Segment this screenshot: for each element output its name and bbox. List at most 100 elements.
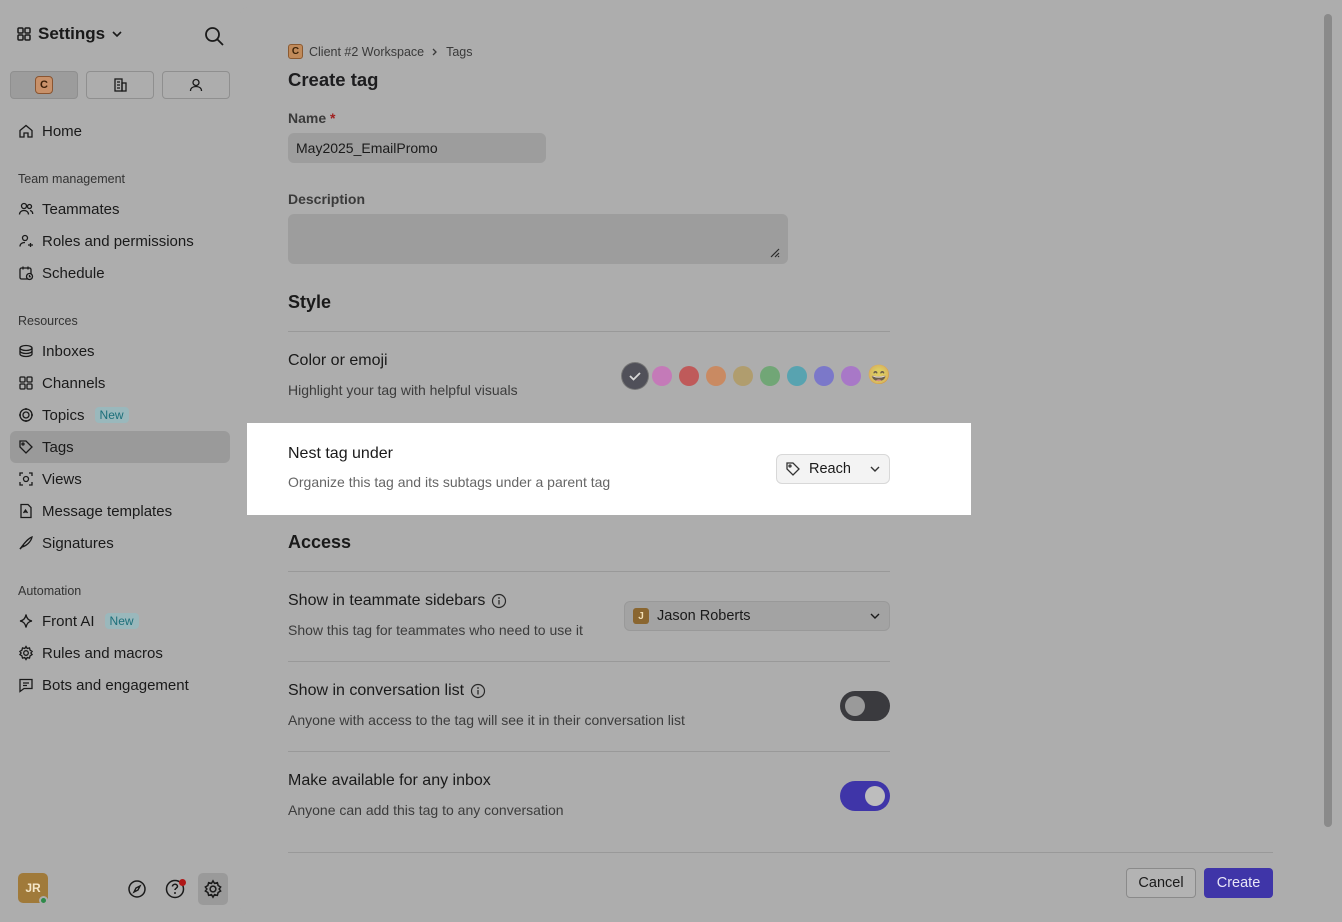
settings-title: Settings — [38, 24, 106, 43]
nav-home[interactable]: Home — [10, 115, 230, 147]
notification-dot — [179, 879, 186, 886]
resize-handle-icon[interactable] — [768, 246, 780, 258]
nav-label: Roles and permissions — [42, 232, 194, 250]
search-icon[interactable] — [203, 25, 225, 47]
nav-label: Tags — [42, 438, 74, 456]
nav-signatures[interactable]: Signatures — [10, 527, 230, 559]
name-input[interactable]: May2025_EmailPromo — [288, 133, 546, 163]
home-icon — [19, 124, 33, 138]
settings-button[interactable] — [198, 873, 228, 905]
tag-icon — [786, 462, 800, 476]
schedule-icon — [19, 266, 34, 281]
company-scope-tab[interactable] — [86, 71, 154, 99]
color-swatch[interactable] — [679, 366, 699, 386]
gear-icon — [204, 879, 222, 899]
toggle-knob — [865, 786, 885, 806]
color-swatch[interactable] — [760, 366, 780, 386]
tag-icon — [19, 440, 33, 454]
user-key-icon — [19, 234, 33, 247]
chat-icon — [19, 678, 33, 693]
nav-label: Views — [42, 470, 82, 488]
nest-tag-title: Nest tag under — [288, 445, 393, 462]
nav-schedule[interactable]: Schedule — [10, 257, 230, 289]
divider — [288, 571, 890, 572]
cancel-button[interactable]: Cancel — [1126, 868, 1196, 898]
info-icon[interactable] — [491, 593, 507, 609]
nav-label: Message templates — [42, 502, 173, 520]
color-swatch-selected[interactable] — [622, 363, 648, 389]
nav-label: Rules and macros — [42, 644, 163, 662]
grid-icon — [19, 376, 33, 390]
user-avatar[interactable]: JR — [18, 873, 48, 905]
new-badge: New — [104, 613, 139, 629]
color-swatch[interactable] — [841, 366, 861, 386]
chevron-down-icon — [870, 466, 880, 472]
views-icon — [19, 472, 33, 486]
nav-label: Inboxes — [42, 342, 95, 360]
apps-grid-icon — [17, 27, 31, 41]
footer-divider — [288, 852, 1273, 853]
emoji-picker-button[interactable]: 😄 — [866, 363, 892, 389]
conversation-list-description: Anyone with access to the tag will see i… — [288, 712, 685, 728]
nav-label: Teammates — [42, 200, 120, 218]
nav-views[interactable]: Views — [10, 463, 230, 495]
nav-front-ai[interactable]: Front AI New — [10, 605, 230, 637]
teammate-sidebars-description: Show this tag for teammates who need to … — [288, 622, 583, 638]
parent-tag-dropdown[interactable]: Reach — [776, 454, 890, 484]
any-inbox-toggle[interactable] — [840, 781, 890, 811]
nav-tags[interactable]: Tags — [10, 431, 230, 463]
inbox-icon — [19, 344, 33, 358]
nav-inboxes[interactable]: Inboxes — [10, 335, 230, 367]
nav-topics[interactable]: Topics New — [10, 399, 230, 431]
style-heading: Style — [288, 292, 332, 312]
nav-label: Schedule — [42, 264, 105, 282]
help-button[interactable] — [164, 878, 186, 900]
conversation-list-title-text: Show in conversation list — [288, 682, 465, 699]
nav-label: Channels — [42, 374, 106, 392]
chevron-right-icon — [432, 48, 438, 55]
nav-channels[interactable]: Channels — [10, 367, 230, 399]
workspace-scope-tab[interactable]: C — [10, 71, 78, 99]
divider — [288, 331, 890, 332]
breadcrumb-workspace[interactable]: Client #2 Workspace — [309, 45, 424, 59]
color-swatch[interactable] — [787, 366, 807, 386]
description-label: Description — [288, 191, 366, 207]
sparkle-icon — [19, 614, 33, 628]
new-badge: New — [94, 407, 129, 423]
personal-scope-tab[interactable] — [162, 71, 230, 99]
conversation-list-toggle[interactable] — [840, 691, 890, 721]
nav-message-templates[interactable]: Message templates — [10, 495, 230, 527]
access-heading: Access — [288, 532, 352, 552]
building-icon — [114, 78, 127, 92]
divider — [288, 751, 890, 752]
teammate-select[interactable]: J Jason Roberts — [624, 601, 890, 631]
required-mark: * — [330, 110, 336, 126]
breadcrumb: C Client #2 Workspace Tags — [288, 44, 473, 59]
nav-teammates[interactable]: Teammates — [10, 193, 230, 225]
compass-icon[interactable] — [127, 879, 147, 899]
parent-tag-value: Reach — [809, 461, 851, 477]
color-swatch[interactable] — [652, 366, 672, 386]
color-swatch[interactable] — [706, 366, 726, 386]
breadcrumb-current[interactable]: Tags — [446, 45, 472, 59]
description-textarea[interactable] — [288, 214, 788, 264]
info-icon[interactable] — [470, 683, 486, 699]
scrollbar[interactable] — [1324, 14, 1332, 827]
conversation-list-title: Show in conversation list — [288, 682, 486, 700]
divider — [288, 661, 890, 662]
nav-label: Signatures — [42, 534, 114, 552]
color-or-emoji-title: Color or emoji — [288, 352, 388, 369]
nav-roles-and-permissions[interactable]: Roles and permissions — [10, 225, 230, 257]
section-automation: Automation — [18, 584, 82, 598]
gear-icon — [18, 645, 34, 661]
settings-menu-button[interactable]: Settings — [16, 24, 123, 44]
create-button[interactable]: Create — [1204, 868, 1273, 898]
nav-bots-and-engagement[interactable]: Bots and engagement — [10, 669, 230, 701]
color-swatch[interactable] — [814, 366, 834, 386]
workspace-avatar: C — [35, 76, 53, 94]
color-swatch[interactable] — [733, 366, 753, 386]
topics-icon — [19, 408, 33, 422]
nav-rules-and-macros[interactable]: Rules and macros — [10, 637, 230, 669]
sidebar: Settings C Home Team management Teammate… — [0, 0, 240, 922]
section-team-management: Team management — [18, 172, 126, 186]
